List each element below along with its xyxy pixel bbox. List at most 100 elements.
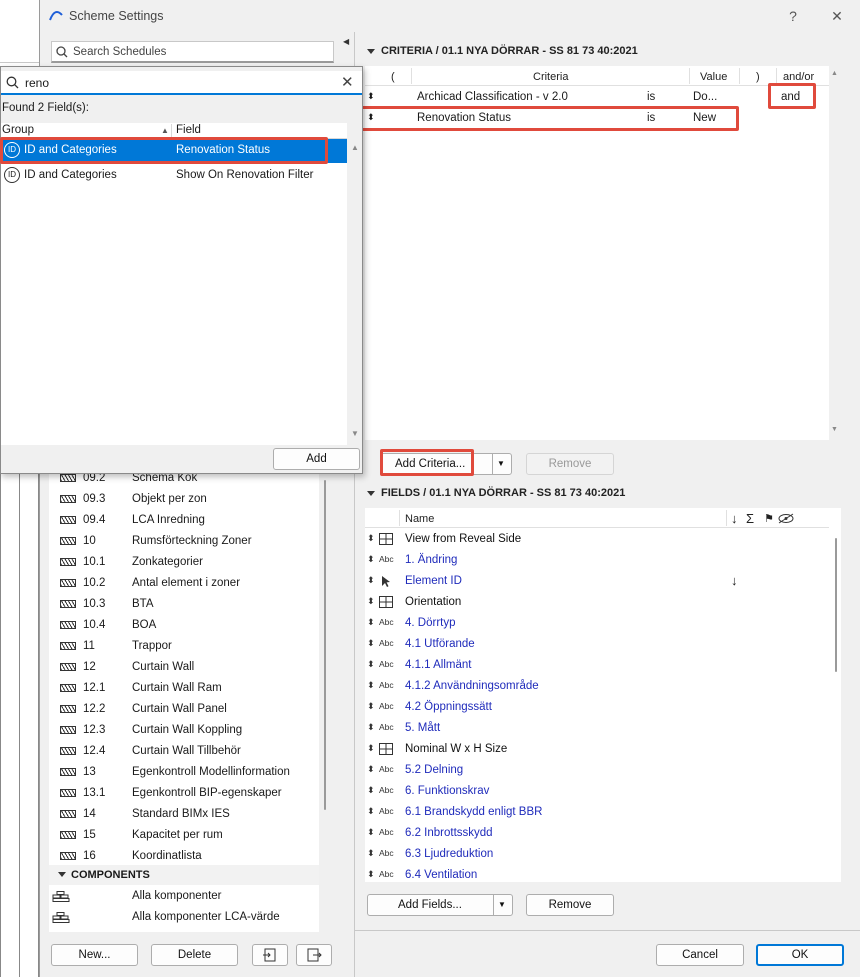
field-row[interactable]: ⬍ Orientation <box>365 592 825 613</box>
drag-handle-icon[interactable]: ⬍ <box>367 869 375 880</box>
highlight-and <box>768 83 816 109</box>
field-row[interactable]: ⬍ Abc 6.3 Ljudreduktion <box>365 844 825 865</box>
schedule-item[interactable]: 10 Rumsförteckning Zoner <box>49 531 319 552</box>
schedule-item[interactable]: 10.1 Zonkategorier <box>49 552 319 573</box>
drag-handle-icon[interactable]: ⬍ <box>367 701 375 712</box>
drag-handle-icon[interactable]: ⬍ <box>367 617 375 628</box>
schedule-number: 10.2 <box>83 577 106 589</box>
field-row[interactable]: ⬍ Abc 4.2 Öppningssätt <box>365 697 825 718</box>
schedule-item[interactable]: 15 Kapacitet per rum <box>49 825 319 846</box>
schedule-item[interactable]: 13 Egenkontroll Modellinformation <box>49 762 319 783</box>
schedule-item[interactable]: 11 Trappor <box>49 636 319 657</box>
field-row[interactable]: ⬍ Abc 6. Funktionskrav <box>365 781 825 802</box>
dropdown-icon[interactable]: ▼ <box>497 454 505 474</box>
remove-criteria-button[interactable]: Remove <box>526 453 614 475</box>
drag-handle-icon[interactable]: ⬍ <box>367 722 375 733</box>
schedule-item[interactable]: 10.3 BTA <box>49 594 319 615</box>
drag-handle-icon[interactable]: ⬍ <box>367 659 375 670</box>
field-row[interactable]: ⬍ Abc 5.2 Delning <box>365 760 825 781</box>
component-item[interactable]: Alla komponenter LCA-värde <box>49 907 319 928</box>
flag-icon[interactable]: ⚑ <box>764 512 774 525</box>
sort-mark-icon[interactable]: ↓ <box>731 573 738 588</box>
help-button[interactable]: ? <box>783 6 803 26</box>
criteria-header[interactable]: CRITERIA / 01.1 NYA DÖRRAR - SS 81 73 40… <box>367 45 638 57</box>
schedule-item[interactable]: 10.2 Antal element i zoner <box>49 573 319 594</box>
dropdown-icon[interactable]: ▼ <box>498 895 506 915</box>
highlight-renovation-field <box>0 137 328 164</box>
close-button[interactable]: ✕ <box>827 6 847 26</box>
drag-handle-icon[interactable]: ⬍ <box>367 785 375 796</box>
field-name: Nominal W x H Size <box>405 743 508 755</box>
schedule-item[interactable]: 13.1 Egenkontroll BIP-egenskaper <box>49 783 319 804</box>
export-button[interactable] <box>296 944 332 966</box>
schedule-item[interactable]: 12.3 Curtain Wall Koppling <box>49 720 319 741</box>
field-row[interactable]: ⬍ Abc 4.1.2 Användningsområde <box>365 676 825 697</box>
collapse-left-icon[interactable]: ◀ <box>343 37 349 46</box>
field-row[interactable]: ⬍ Abc 5. Mått <box>365 718 825 739</box>
field-search-input[interactable]: reno ✕ <box>1 71 362 95</box>
field-row[interactable]: ⬍ Abc 4.1 Utförande <box>365 634 825 655</box>
component-item[interactable]: Alla komponenter <box>49 886 319 907</box>
new-button[interactable]: New... <box>51 944 138 966</box>
col-field[interactable]: Field <box>176 124 201 136</box>
field-result-row[interactable]: ID ID and Categories Show On Renovation … <box>1 164 347 188</box>
schedule-item[interactable]: 16 Koordinatlista <box>49 846 319 867</box>
drag-handle-icon[interactable]: ⬍ <box>367 575 375 586</box>
drag-handle-icon[interactable]: ⬍ <box>367 743 375 754</box>
field-row[interactable]: ⬍ Abc 6.1 Brandskydd enligt BBR <box>365 802 825 823</box>
hide-icon[interactable] <box>777 513 795 524</box>
schedule-number: 10.4 <box>83 619 106 631</box>
criteria-row[interactable]: ⬍ Archicad Classification - v 2.0 is Do.… <box>365 87 829 108</box>
fields-scrollbar[interactable] <box>829 508 841 882</box>
add-fields-button[interactable]: Add Fields... ▼ <box>367 894 513 916</box>
components-header[interactable]: COMPONENTS <box>49 865 319 885</box>
criteria-scrollbar[interactable]: ▲ ▼ <box>829 66 841 440</box>
popup-scrollbar[interactable]: ▲ ▼ <box>347 139 362 445</box>
drag-handle-icon[interactable]: ⬍ <box>367 554 375 565</box>
field-row[interactable]: ⬍ Nominal W x H Size <box>365 739 825 760</box>
drag-handle-icon[interactable]: ⬍ <box>367 91 375 102</box>
schedule-hatch-icon <box>60 579 76 587</box>
drag-handle-icon[interactable]: ⬍ <box>367 596 375 607</box>
schedule-item[interactable]: 12 Curtain Wall <box>49 657 319 678</box>
col-group[interactable]: Group <box>2 124 34 136</box>
field-row[interactable]: ⬍ View from Reveal Side <box>365 529 825 550</box>
schedule-item[interactable]: 09.3 Objekt per zon <box>49 489 319 510</box>
drag-handle-icon[interactable]: ⬍ <box>367 848 375 859</box>
field-row[interactable]: ⬍ Abc 6.4 Ventilation <box>365 865 825 886</box>
schedule-name: Antal element i zoner <box>132 577 241 589</box>
schedule-item[interactable]: 12.4 Curtain Wall Tillbehör <box>49 741 319 762</box>
left-list-scrollbar[interactable] <box>319 470 328 932</box>
sort-icon[interactable]: ↓ <box>731 511 738 526</box>
drag-handle-icon[interactable]: ⬍ <box>367 533 375 544</box>
clear-search-icon[interactable]: ✕ <box>341 73 354 91</box>
schedule-item[interactable]: 10.4 BOA <box>49 615 319 636</box>
delete-button[interactable]: Delete <box>151 944 238 966</box>
import-button[interactable] <box>252 944 288 966</box>
schedule-name: Curtain Wall Panel <box>132 703 227 715</box>
schedule-item[interactable]: 12.2 Curtain Wall Panel <box>49 699 319 720</box>
schedule-hatch-icon <box>60 663 76 671</box>
drag-handle-icon[interactable]: ⬍ <box>367 764 375 775</box>
field-name: 5.2 Delning <box>405 764 464 776</box>
schedule-item[interactable]: 09.4 LCA Inredning <box>49 510 319 531</box>
text-type-icon: Abc <box>379 848 394 858</box>
field-row[interactable]: ⬍ Abc 1. Ändring <box>365 550 825 571</box>
fields-header[interactable]: FIELDS / 01.1 NYA DÖRRAR - SS 81 73 40:2… <box>367 487 625 499</box>
ok-button[interactable]: OK <box>756 944 844 966</box>
field-row[interactable]: ⬍ Abc 6.2 Inbrottsskydd <box>365 823 825 844</box>
cancel-button[interactable]: Cancel <box>656 944 744 966</box>
remove-fields-button[interactable]: Remove <box>526 894 614 916</box>
drag-handle-icon[interactable]: ⬍ <box>367 638 375 649</box>
schedule-item[interactable]: 12.1 Curtain Wall Ram <box>49 678 319 699</box>
field-row[interactable]: ⬍ Abc 4.1.1 Allmänt <box>365 655 825 676</box>
drag-handle-icon[interactable]: ⬍ <box>367 680 375 691</box>
search-schedules-field[interactable]: Search Schedules <box>51 41 334 63</box>
field-row[interactable]: ⬍ Element ID ↓ <box>365 571 825 592</box>
field-row[interactable]: ⬍ Abc 4. Dörrtyp <box>365 613 825 634</box>
sum-icon[interactable]: Σ <box>746 511 754 526</box>
drag-handle-icon[interactable]: ⬍ <box>367 827 375 838</box>
drag-handle-icon[interactable]: ⬍ <box>367 806 375 817</box>
add-field-button[interactable]: Add <box>273 448 360 470</box>
schedule-item[interactable]: 14 Standard BIMx IES <box>49 804 319 825</box>
